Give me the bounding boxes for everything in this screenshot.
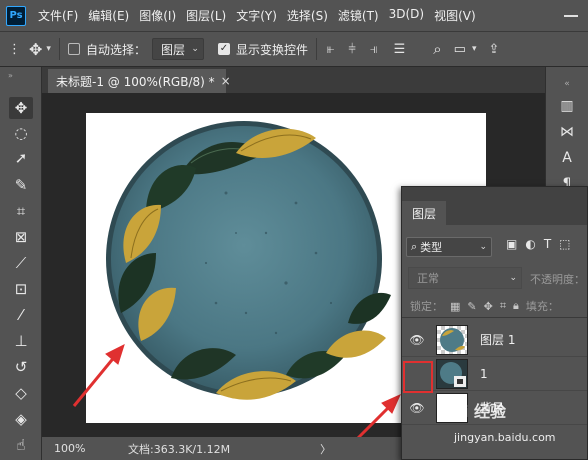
eye-icon[interactable]: 👁︎ bbox=[402, 401, 432, 415]
layer-filter-dropdown[interactable]: ⌕ 类型 ⌄ bbox=[406, 237, 492, 257]
layer-thumbnail bbox=[436, 324, 468, 355]
eye-icon[interactable]: 👁︎ bbox=[402, 333, 432, 347]
photoshop-window: Ps 文件(F) 编辑(E) 图像(I) 图层(L) 文字(Y) 选择(S) 滤… bbox=[0, 0, 588, 460]
lock-position-icon[interactable]: ✥ bbox=[484, 300, 493, 313]
lock-label: 锁定： bbox=[410, 300, 443, 313]
document-info: 文档:363.3K/1.12M bbox=[128, 442, 231, 456]
blend-mode-value: 正常 bbox=[417, 272, 439, 285]
layer-thumbnail bbox=[436, 358, 468, 389]
layers-panel-tabs: 图层 bbox=[402, 187, 587, 225]
opacity-label: 不透明度： bbox=[530, 273, 585, 286]
highlight-box bbox=[403, 361, 433, 393]
watermark-url: jingyan.baidu.com bbox=[454, 431, 556, 444]
filter-adjustment-icon[interactable]: ◐ bbox=[525, 237, 535, 251]
layer-name: 1 bbox=[480, 366, 488, 381]
character-icon[interactable]: A bbox=[556, 147, 578, 169]
filter-shape-icon[interactable]: ⬚ bbox=[559, 237, 570, 251]
blend-mode-dropdown[interactable]: 正常 ⌄ bbox=[408, 267, 522, 289]
arrow-to-plate-icon bbox=[72, 344, 125, 407]
arrow-to-layer-icon bbox=[354, 394, 401, 442]
search-icon: ⌕ bbox=[411, 240, 418, 253]
lock-artboard-icon[interactable]: ⌗ bbox=[500, 299, 506, 313]
filter-type-icon[interactable]: T bbox=[544, 237, 551, 251]
zoom-level[interactable]: 100% bbox=[54, 442, 114, 455]
tab-layers[interactable]: 图层 bbox=[402, 201, 446, 225]
lock-brush-icon[interactable]: ✎ bbox=[467, 300, 476, 313]
chevron-down-icon: ⌄ bbox=[479, 242, 487, 252]
lock-transparency-icon[interactable]: ▦ bbox=[450, 300, 460, 313]
layer-filter-value: 类型 bbox=[420, 241, 443, 254]
fill-label: 填充： bbox=[525, 300, 559, 313]
status-chevron-icon[interactable]: 〉 bbox=[320, 441, 331, 457]
lock-all-icon[interactable]: 🔒︎ bbox=[513, 299, 519, 313]
layer-filter-icons: ▣ ◐ T ⬚ bbox=[506, 237, 571, 251]
lock-row: 锁定： ▦ ✎ ✥ ⌗ 🔒︎ 填充： bbox=[410, 298, 559, 314]
history-icon[interactable]: ▥ bbox=[556, 95, 578, 117]
chevron-down-icon: ⌄ bbox=[509, 273, 517, 283]
panel-grip-icon: « bbox=[564, 79, 570, 89]
layer-name: 图层 1 bbox=[480, 333, 516, 347]
watermark: Bai 经验 bbox=[440, 402, 507, 421]
divider bbox=[402, 317, 587, 318]
paths-icon[interactable]: ⋈ bbox=[556, 121, 578, 143]
filter-pixel-icon[interactable]: ▣ bbox=[506, 237, 517, 251]
layer-row[interactable]: 👁︎ 图层 1 bbox=[402, 323, 587, 357]
